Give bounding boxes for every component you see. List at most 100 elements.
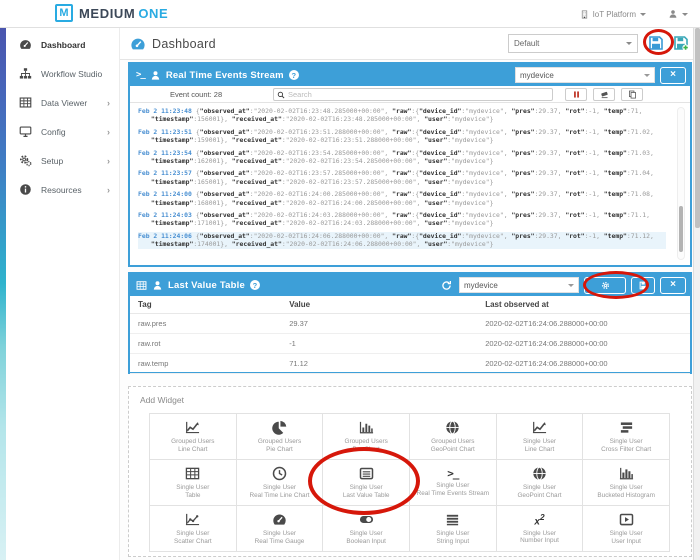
events-close-button[interactable]: × bbox=[660, 67, 686, 84]
widget-cell-line2: Pie Chart bbox=[266, 446, 293, 454]
widget-cell-line2: User Input bbox=[611, 538, 640, 546]
add-widget-grouped-users-pie-chart[interactable]: Grouped UsersPie Chart bbox=[237, 414, 324, 460]
add-widget-single-user-geopoint-chart[interactable]: Single UserGeoPoint Chart bbox=[497, 460, 584, 506]
sidebar-item-dashboard[interactable]: Dashboard bbox=[6, 30, 119, 59]
last-observed-cell: 2020-02-02T16:24:06.288000+00:00 bbox=[477, 333, 690, 353]
add-widget-single-user-string-input[interactable]: Single UserString Input bbox=[410, 506, 497, 552]
sidebar-accent-strip bbox=[0, 28, 6, 560]
search-input[interactable] bbox=[288, 90, 549, 99]
widget-cell-line1: Grouped Users bbox=[258, 438, 301, 446]
sidebar-item-setup[interactable]: Setup› bbox=[6, 146, 119, 175]
sidebar-item-resources[interactable]: Resources› bbox=[6, 175, 119, 204]
last-value-widget-header: Last Value Table ? mydevice × bbox=[130, 274, 690, 296]
log-entry: Feb 2 11:24:06{"observed_at":"2020-02-02… bbox=[138, 232, 666, 249]
add-widget-section: Add Widget Grouped UsersLine ChartGroupe… bbox=[128, 386, 692, 557]
pause-stream-button[interactable] bbox=[565, 88, 587, 101]
value-cell: -1 bbox=[281, 333, 477, 353]
widget-cell-line2: String Input bbox=[436, 538, 469, 546]
globe-icon bbox=[445, 420, 460, 435]
widget-cell-line1: Single User bbox=[436, 530, 469, 538]
add-widget-single-user-line-chart[interactable]: Single UserLine Chart bbox=[497, 414, 584, 460]
log-entry: Feb 2 11:23:51{"observed_at":"2020-02-02… bbox=[138, 128, 666, 145]
help-icon[interactable]: ? bbox=[250, 280, 260, 290]
events-device-select[interactable]: mydevice bbox=[515, 67, 655, 83]
platform-label: IoT Platform bbox=[593, 10, 636, 19]
events-widget-title: Real Time Events Stream bbox=[166, 70, 284, 81]
help-icon[interactable]: ? bbox=[289, 70, 299, 80]
log-timestamp: Feb 2 11:23:57 bbox=[138, 169, 192, 177]
log-scrollbar-thumb[interactable] bbox=[679, 206, 683, 252]
table-row: raw.pres29.372020-02-02T16:24:06.288000+… bbox=[130, 313, 690, 333]
add-widget-single-user-real-time-line-chart[interactable]: Single UserReal Time Line Chart bbox=[237, 460, 324, 506]
platform-menu[interactable]: IoT Platform bbox=[580, 10, 646, 19]
log-json: {"observed_at":"2020-02-02T16:23:57.2850… bbox=[151, 169, 654, 185]
user-menu[interactable] bbox=[668, 9, 688, 19]
page-scrollbar-thumb[interactable] bbox=[695, 28, 700, 228]
save-as-new-dashboard-button[interactable] bbox=[673, 35, 689, 51]
widget-cell-line1: Grouped Users bbox=[344, 438, 387, 446]
last-value-settings-button[interactable] bbox=[584, 277, 626, 294]
add-widget-single-user-real-time-events-stream[interactable]: >_Single UserReal Time Events Stream bbox=[410, 460, 497, 506]
topbar-right: IoT Platform bbox=[580, 0, 688, 28]
add-widget-single-user-number-input[interactable]: x2Single UserNumber Input bbox=[497, 506, 584, 552]
monitor-icon bbox=[19, 125, 32, 138]
last-value-device-select[interactable]: mydevice bbox=[459, 277, 579, 293]
line-chart-icon bbox=[532, 420, 547, 435]
sitemap-icon bbox=[19, 67, 32, 80]
table-row: raw.rot-12020-02-02T16:24:06.288000+00:0… bbox=[130, 333, 690, 353]
sidebar-item-data-viewer[interactable]: Data Viewer› bbox=[6, 88, 119, 117]
copy-stream-button[interactable] bbox=[621, 88, 643, 101]
line-chart-icon bbox=[185, 420, 200, 435]
clear-stream-button[interactable] bbox=[593, 88, 615, 101]
brand-medium-text: MEDIUM bbox=[79, 6, 135, 21]
user-icon bbox=[668, 9, 678, 19]
widget-cell-line1: Single User bbox=[350, 484, 383, 492]
add-widget-single-user-table[interactable]: Single UserTable bbox=[150, 460, 237, 506]
add-widget-grouped-users-bar-chart[interactable]: Grouped UsersBar Chart bbox=[323, 414, 410, 460]
last-observed-cell: 2020-02-02T16:24:06.288000+00:00 bbox=[477, 353, 690, 373]
refresh-icon[interactable] bbox=[441, 280, 452, 291]
widget-cell-line2: Line Chart bbox=[525, 446, 555, 454]
last-value-close-button[interactable]: × bbox=[660, 277, 686, 294]
widget-cell-line1: Single User bbox=[350, 530, 383, 538]
save-dashboard-button[interactable] bbox=[648, 35, 664, 51]
add-widget-single-user-scatter-chart[interactable]: Single UserScatter Chart bbox=[150, 506, 237, 552]
user-icon bbox=[152, 280, 163, 291]
sidebar-menu: DashboardWorkflow StudioData Viewer›Conf… bbox=[6, 28, 120, 560]
copy-icon bbox=[628, 90, 637, 99]
log-entry: Feb 2 11:23:54{"observed_at":"2020-02-02… bbox=[138, 149, 666, 166]
widget-cell-line1: Grouped Users bbox=[171, 438, 214, 446]
widget-cell-line2: Last Value Table bbox=[343, 492, 390, 500]
widget-cell-line2: Bucketed Histogram bbox=[597, 492, 655, 500]
log-entry: Feb 2 11:24:00{"observed_at":"2020-02-02… bbox=[138, 190, 666, 207]
add-widget-single-user-user-input[interactable]: Single UserUser Input bbox=[583, 506, 670, 552]
chevron-down-icon bbox=[682, 13, 688, 19]
log-timestamp: Feb 2 11:23:51 bbox=[138, 128, 192, 136]
add-widget-single-user-boolean-input[interactable]: Single UserBoolean Input bbox=[323, 506, 410, 552]
dashboard-select[interactable]: Default bbox=[508, 34, 638, 53]
add-widget-grouped-users-geopoint-chart[interactable]: Grouped UsersGeoPoint Chart bbox=[410, 414, 497, 460]
widget-cell-line2: Boolean Input bbox=[346, 538, 385, 546]
widget-cell-line2: Real Time Events Stream bbox=[417, 490, 489, 498]
events-log[interactable]: Feb 2 11:23:48{"observed_at":"2020-02-02… bbox=[130, 103, 690, 265]
x-squared-icon: x2 bbox=[534, 512, 544, 527]
widget-cell-line1: Grouped Users bbox=[431, 438, 474, 446]
event-count-label: Event count: bbox=[170, 90, 212, 99]
chevron-down-icon bbox=[568, 284, 574, 290]
histogram-icon bbox=[619, 466, 634, 481]
string-lines-icon bbox=[445, 512, 460, 527]
last-value-save-button[interactable] bbox=[631, 277, 655, 294]
add-widget-grouped-users-line-chart[interactable]: Grouped UsersLine Chart bbox=[150, 414, 237, 460]
brand-logo[interactable]: M MEDIUM ONE bbox=[55, 4, 168, 22]
gear-icon bbox=[601, 281, 610, 290]
sidebar-item-label: Config bbox=[41, 127, 66, 137]
add-widget-single-user-bucketed-histogram[interactable]: Single UserBucketed Histogram bbox=[583, 460, 670, 506]
add-widget-single-user-real-time-gauge[interactable]: Single UserReal Time Gauge bbox=[237, 506, 324, 552]
widget-cell-line1: Single User bbox=[176, 484, 209, 492]
sidebar-item-workflow-studio[interactable]: Workflow Studio bbox=[6, 59, 119, 88]
add-widget-single-user-last-value-table[interactable]: Single UserLast Value Table bbox=[323, 460, 410, 506]
toggle-icon bbox=[359, 512, 374, 527]
building-icon bbox=[580, 10, 589, 19]
add-widget-single-user-cross-filter-chart[interactable]: Single UserCross Filter Chart bbox=[583, 414, 670, 460]
sidebar-item-config[interactable]: Config› bbox=[6, 117, 119, 146]
